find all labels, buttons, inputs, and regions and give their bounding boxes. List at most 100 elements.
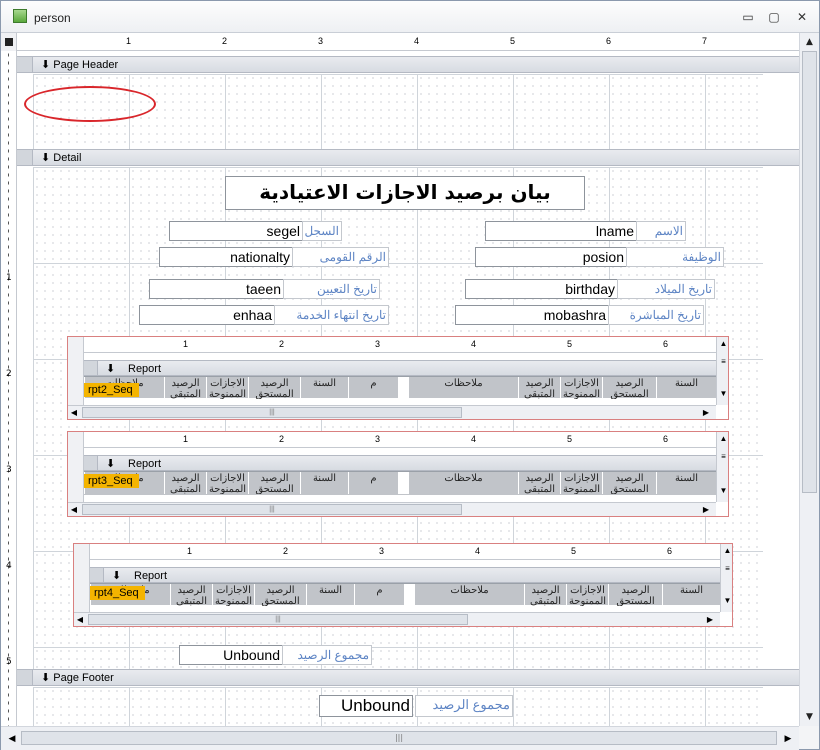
subreport-rpt4[interactable]: 1 2 3 4 5 6 ⬇ Report Header ملاحظات الرص… xyxy=(73,543,733,627)
col-leaves: الاجازات الممنوحة xyxy=(560,377,602,399)
restore-button[interactable]: ▢ xyxy=(763,7,785,27)
scroll-up-arrow[interactable]: ▲ xyxy=(717,337,728,351)
subreport-header-bar[interactable]: ⬇ Report Header xyxy=(90,567,720,594)
rpt4-seq-field[interactable]: rpt4_Seq xyxy=(90,586,145,600)
detail-total-textbox[interactable]: Unbound xyxy=(179,645,283,665)
scroll-thumb[interactable] xyxy=(802,51,817,493)
birthday-textbox[interactable]: birthday xyxy=(465,279,618,299)
ruler-number: 4 xyxy=(471,339,477,349)
col-balance-due: الرصيد المستحق xyxy=(608,584,662,606)
column-gap xyxy=(398,472,408,494)
subreport-left-ruler xyxy=(68,353,84,405)
scroll-right-arrow[interactable]: ▶ xyxy=(700,503,712,516)
lname-label[interactable]: الاسم xyxy=(636,221,686,241)
section-selector[interactable] xyxy=(84,456,98,470)
scroll-thumb[interactable]: ||| xyxy=(88,614,468,625)
report-header-label: ⬇ Report Header xyxy=(112,570,170,594)
vertical-scrollbar[interactable]: ▲ ▼ xyxy=(799,33,819,726)
subreport-rpt3[interactable]: 1 2 3 4 5 6 ⬇ Report Header ملاحظات الرص… xyxy=(67,431,729,517)
scroll-up-arrow[interactable]: ▲ xyxy=(800,33,819,51)
segel-label[interactable]: السجل xyxy=(302,221,342,241)
scroll-down-arrow[interactable]: ▼ xyxy=(800,708,819,726)
subreport-header-bar[interactable]: ⬇ Report Header xyxy=(84,455,716,482)
subreport-header-bar[interactable]: ⬇ Report Header xyxy=(84,360,716,387)
col-leaves: الاجازات الممنوحة xyxy=(560,472,602,494)
section-selector[interactable] xyxy=(90,568,104,582)
col-leaves: الاجازات الممنوحة xyxy=(206,472,248,494)
scroll-down-arrow[interactable]: ▼ xyxy=(717,387,728,401)
page-header-section-bar[interactable]: ⬇ Page Header xyxy=(17,56,799,73)
scroll-left-arrow[interactable]: ◀ xyxy=(68,503,80,516)
rpt3-seq-field[interactable]: rpt3_Seq xyxy=(84,474,139,488)
scroll-right-arrow[interactable]: ▶ xyxy=(704,613,716,626)
ruler-number: 6 xyxy=(663,339,669,349)
subreport-selector[interactable] xyxy=(74,544,90,560)
grid-margin xyxy=(763,687,799,726)
ruler-number: 3 xyxy=(375,339,381,349)
mobashra-label[interactable]: تاريخ المباشرة xyxy=(608,305,704,325)
subreport-hscroll[interactable]: ◀ ||| ▶ xyxy=(68,502,716,516)
scroll-up-arrow[interactable]: ▲ xyxy=(717,432,728,446)
scroll-left-arrow[interactable]: ◀ xyxy=(3,730,21,748)
section-selector[interactable] xyxy=(84,361,98,375)
subreport-selector[interactable] xyxy=(68,337,84,353)
subreport-left-ruler xyxy=(68,448,84,502)
posion-label[interactable]: الوظيفة xyxy=(626,247,724,267)
posion-textbox[interactable]: posion xyxy=(475,247,627,267)
page-footer-section-bar[interactable]: ⬇ Page Footer xyxy=(17,669,799,686)
nationalty-textbox[interactable]: nationalty xyxy=(159,247,293,267)
scroll-right-arrow[interactable]: ▶ xyxy=(700,406,712,419)
highlight-annotation xyxy=(24,86,156,122)
section-selector[interactable] xyxy=(17,670,33,685)
mobashra-textbox[interactable]: mobashra xyxy=(455,305,609,325)
enhaa-label[interactable]: تاريخ انتهاء الخدمة xyxy=(274,305,389,325)
scroll-thumb[interactable]: ≡ xyxy=(721,562,732,576)
col-notes: ملاحظات xyxy=(408,377,518,399)
scroll-down-arrow[interactable]: ▼ xyxy=(721,594,732,608)
section-selector[interactable] xyxy=(17,57,33,72)
subreport-vscroll[interactable]: ▲ ≡ ▼ xyxy=(716,432,728,502)
subreport-selector[interactable] xyxy=(68,432,84,448)
col-year: السنة xyxy=(300,377,348,399)
taeen-label[interactable]: تاريخ التعيين xyxy=(283,279,380,299)
footer-total-label[interactable]: مجموع الرصيد xyxy=(415,695,513,717)
horizontal-scrollbar[interactable]: ◀ ||| ▶ xyxy=(1,726,799,750)
taeen-textbox[interactable]: taeen xyxy=(149,279,284,299)
scroll-thumb[interactable]: ||| xyxy=(21,731,777,745)
footer-total-textbox[interactable]: Unbound xyxy=(319,695,413,717)
ruler-number: 1 xyxy=(187,546,193,556)
scroll-down-arrow[interactable]: ▼ xyxy=(717,484,728,498)
segel-textbox[interactable]: segel xyxy=(169,221,303,241)
ruler-number: 2 xyxy=(222,36,228,46)
subreport-rpt2[interactable]: 1 2 3 4 5 6 ⬇ Report Header ملاحظات الرص… xyxy=(67,336,729,420)
lname-textbox[interactable]: lname xyxy=(485,221,637,241)
subreport-vscroll[interactable]: ▲ ≡ ▼ xyxy=(720,544,732,612)
scroll-left-arrow[interactable]: ◀ xyxy=(74,613,86,626)
scroll-thumb[interactable]: ≡ xyxy=(717,355,728,369)
enhaa-textbox[interactable]: enhaa xyxy=(139,305,275,325)
section-selector[interactable] xyxy=(17,150,33,165)
subreport-vscroll[interactable]: ▲ ≡ ▼ xyxy=(716,337,728,405)
birthday-label[interactable]: تاريخ الميلاد xyxy=(617,279,715,299)
col-notes: ملاحظات xyxy=(408,472,518,494)
subreport-hscroll[interactable]: ◀ ||| ▶ xyxy=(74,612,720,626)
report-selector[interactable] xyxy=(1,33,17,51)
nationalty-label[interactable]: الرقم القومى xyxy=(292,247,389,267)
report-title[interactable]: بيان برصيد الاجازات الاعتيادية xyxy=(225,176,585,210)
col-balance-due: الرصيد المستحق xyxy=(248,472,300,494)
scroll-up-arrow[interactable]: ▲ xyxy=(721,544,732,558)
rpt2-seq-field[interactable]: rpt2_Seq xyxy=(84,383,139,397)
ruler-number: 5 xyxy=(567,339,573,349)
close-button[interactable]: ✕ xyxy=(791,7,813,27)
detail-total-label[interactable]: مجموع الرصيد xyxy=(282,645,372,665)
scroll-thumb[interactable]: ||| xyxy=(82,504,462,515)
scroll-thumb[interactable]: ≡ xyxy=(717,450,728,464)
ruler-number: 4 xyxy=(414,36,420,46)
minimize-button[interactable]: ▭ xyxy=(737,7,759,27)
subreport-hscroll[interactable]: ◀ ||| ▶ xyxy=(68,405,716,419)
col-year: السنة xyxy=(306,584,354,606)
scroll-thumb[interactable]: ||| xyxy=(82,407,462,418)
scroll-right-arrow[interactable]: ▶ xyxy=(779,730,797,748)
scroll-left-arrow[interactable]: ◀ xyxy=(68,406,80,419)
detail-section-bar[interactable]: ⬇ Detail xyxy=(17,149,799,166)
